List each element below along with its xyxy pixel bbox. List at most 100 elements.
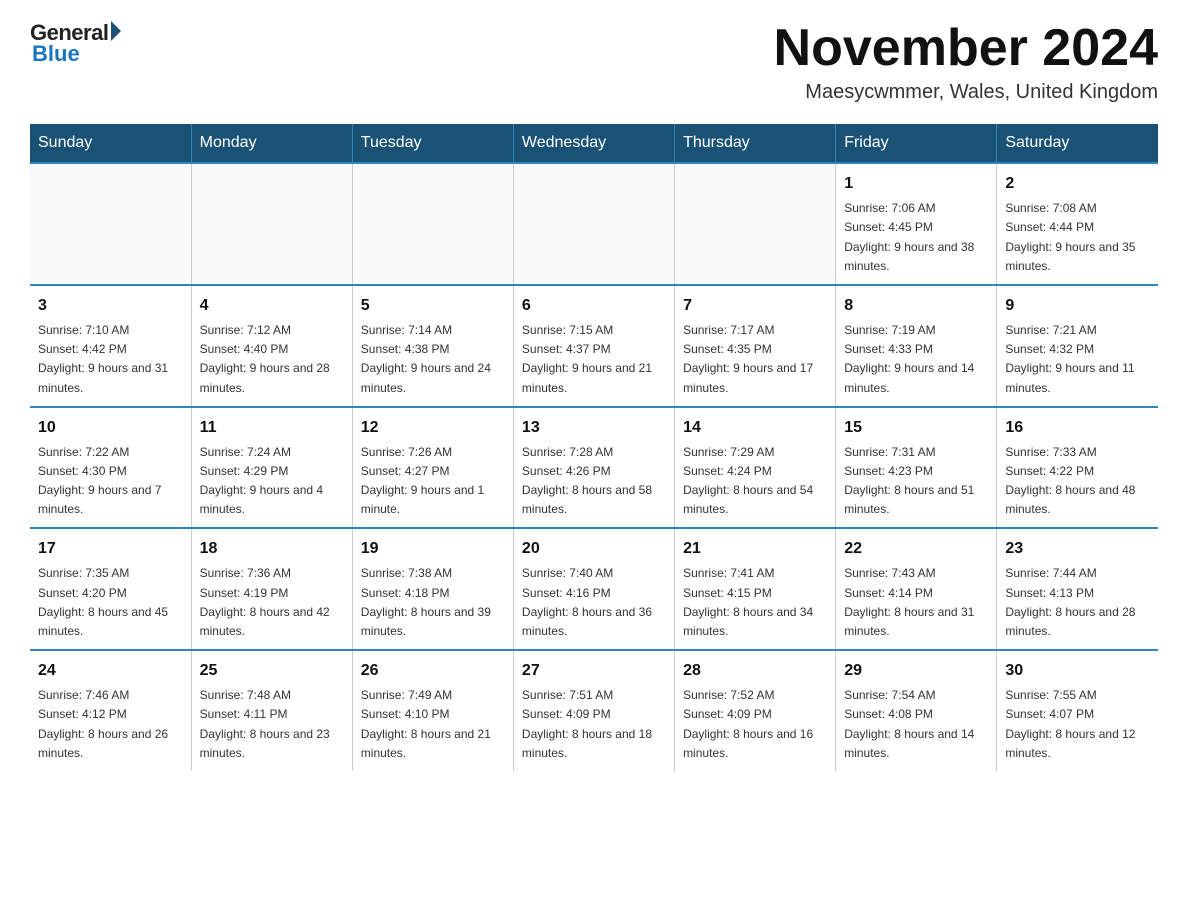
calendar-cell: 20 Sunrise: 7:40 AMSunset: 4:16 PMDayligh… <box>513 528 674 650</box>
day-number: 28 <box>683 659 827 683</box>
day-number: 27 <box>522 659 666 683</box>
day-number: 15 <box>844 416 988 440</box>
day-info: Sunrise: 7:10 AMSunset: 4:42 PMDaylight:… <box>38 321 183 398</box>
day-number: 26 <box>361 659 505 683</box>
calendar-cell: 22Sunrise: 7:43 AMSunset: 4:14 PMDayligh… <box>836 528 997 650</box>
day-number: 21 <box>683 537 827 561</box>
calendar-cell: 7 Sunrise: 7:17 AMSunset: 4:35 PMDaylight… <box>675 285 836 407</box>
day-number: 14 <box>683 416 827 440</box>
calendar-cell: 1Sunrise: 7:06 AMSunset: 4:45 PMDaylight… <box>836 163 997 285</box>
calendar-cell <box>513 163 674 285</box>
calendar-cell: 28Sunrise: 7:52 AMSunset: 4:09 PMDayligh… <box>675 650 836 771</box>
day-number: 25 <box>200 659 344 683</box>
day-number: 20 <box>522 537 666 561</box>
day-number: 8 <box>844 294 988 318</box>
day-number: 30 <box>1005 659 1150 683</box>
calendar-cell: 13 Sunrise: 7:28 AMSunset: 4:26 PMDayligh… <box>513 407 674 529</box>
day-info: Sunrise: 7:22 AMSunset: 4:30 PMDaylight:… <box>38 443 183 520</box>
calendar-cell <box>675 163 836 285</box>
day-info: Sunrise: 7:24 AMSunset: 4:29 PMDaylight:… <box>200 443 344 520</box>
month-title: November 2024 <box>774 20 1158 77</box>
day-number: 7 <box>683 294 827 318</box>
day-number: 11 <box>200 416 344 440</box>
calendar-cell: 19 Sunrise: 7:38 AMSunset: 4:18 PMDayligh… <box>352 528 513 650</box>
day-number: 12 <box>361 416 505 440</box>
location-text: Maesycwmmer, Wales, United Kingdom <box>774 81 1158 104</box>
day-number: 1 <box>844 172 988 196</box>
day-info: Sunrise: 7:35 AMSunset: 4:20 PMDaylight:… <box>38 564 183 641</box>
calendar-cell: 8 Sunrise: 7:19 AMSunset: 4:33 PMDaylight… <box>836 285 997 407</box>
day-info: Sunrise: 7:40 AMSunset: 4:16 PMDaylight:… <box>522 564 666 641</box>
day-number: 10 <box>38 416 183 440</box>
day-info: Sunrise: 7:19 AMSunset: 4:33 PMDaylight:… <box>844 321 988 398</box>
calendar-cell: 14 Sunrise: 7:29 AMSunset: 4:24 PMDayligh… <box>675 407 836 529</box>
day-number: 2 <box>1005 172 1150 196</box>
day-info: Sunrise: 7:43 AMSunset: 4:14 PMDaylight:… <box>844 564 988 641</box>
calendar-header: Sunday Monday Tuesday Wednesday Thursday… <box>30 124 1158 163</box>
day-info: Sunrise: 7:41 AMSunset: 4:15 PMDaylight:… <box>683 564 827 641</box>
calendar-cell: 4Sunrise: 7:12 AMSunset: 4:40 PMDaylight… <box>191 285 352 407</box>
day-info: Sunrise: 7:28 AMSunset: 4:26 PMDaylight:… <box>522 443 666 520</box>
day-number: 6 <box>522 294 666 318</box>
header-wednesday: Wednesday <box>513 124 674 163</box>
page-header: General Blue November 2024 Maesycwmmer, … <box>30 20 1158 104</box>
calendar-cell: 27 Sunrise: 7:51 AMSunset: 4:09 PMDayligh… <box>513 650 674 771</box>
day-number: 4 <box>200 294 344 318</box>
day-number: 5 <box>361 294 505 318</box>
calendar-cell: 11 Sunrise: 7:24 AMSunset: 4:29 PMDayligh… <box>191 407 352 529</box>
day-info: Sunrise: 7:54 AMSunset: 4:08 PMDaylight:… <box>844 686 988 763</box>
day-info: Sunrise: 7:26 AMSunset: 4:27 PMDaylight:… <box>361 443 505 520</box>
day-number: 19 <box>361 537 505 561</box>
header-tuesday: Tuesday <box>352 124 513 163</box>
calendar-cell <box>191 163 352 285</box>
calendar-cell: 5 Sunrise: 7:14 AMSunset: 4:38 PMDaylight… <box>352 285 513 407</box>
header-thursday: Thursday <box>675 124 836 163</box>
title-section: November 2024 Maesycwmmer, Wales, United… <box>774 20 1158 104</box>
day-number: 24 <box>38 659 183 683</box>
day-number: 29 <box>844 659 988 683</box>
calendar-cell: 2 Sunrise: 7:08 AMSunset: 4:44 PMDaylight… <box>997 163 1158 285</box>
calendar-cell: 18 Sunrise: 7:36 AMSunset: 4:19 PMDayligh… <box>191 528 352 650</box>
day-info: Sunrise: 7:14 AMSunset: 4:38 PMDaylight:… <box>361 321 505 398</box>
day-number: 17 <box>38 537 183 561</box>
day-info: Sunrise: 7:51 AMSunset: 4:09 PMDaylight:… <box>522 686 666 763</box>
day-info: Sunrise: 7:44 AMSunset: 4:13 PMDaylight:… <box>1005 564 1150 641</box>
day-info: Sunrise: 7:33 AMSunset: 4:22 PMDaylight:… <box>1005 443 1150 520</box>
calendar-cell: 25 Sunrise: 7:48 AMSunset: 4:11 PMDayligh… <box>191 650 352 771</box>
day-number: 13 <box>522 416 666 440</box>
header-monday: Monday <box>191 124 352 163</box>
header-saturday: Saturday <box>997 124 1158 163</box>
day-info: Sunrise: 7:55 AMSunset: 4:07 PMDaylight:… <box>1005 686 1150 763</box>
day-info: Sunrise: 7:29 AMSunset: 4:24 PMDaylight:… <box>683 443 827 520</box>
day-info: Sunrise: 7:49 AMSunset: 4:10 PMDaylight:… <box>361 686 505 763</box>
calendar-table: Sunday Monday Tuesday Wednesday Thursday… <box>30 124 1158 771</box>
calendar-cell: 12 Sunrise: 7:26 AMSunset: 4:27 PMDayligh… <box>352 407 513 529</box>
calendar-cell: 26 Sunrise: 7:49 AMSunset: 4:10 PMDayligh… <box>352 650 513 771</box>
calendar-cell <box>352 163 513 285</box>
logo-arrow-icon <box>111 21 121 41</box>
day-number: 18 <box>200 537 344 561</box>
calendar-cell: 6Sunrise: 7:15 AMSunset: 4:37 PMDaylight… <box>513 285 674 407</box>
day-info: Sunrise: 7:36 AMSunset: 4:19 PMDaylight:… <box>200 564 344 641</box>
calendar-cell: 15Sunrise: 7:31 AMSunset: 4:23 PMDayligh… <box>836 407 997 529</box>
day-info: Sunrise: 7:21 AMSunset: 4:32 PMDaylight:… <box>1005 321 1150 398</box>
calendar-cell: 17 Sunrise: 7:35 AMSunset: 4:20 PMDayligh… <box>30 528 191 650</box>
calendar-cell: 21 Sunrise: 7:41 AMSunset: 4:15 PMDayligh… <box>675 528 836 650</box>
calendar-body: 1Sunrise: 7:06 AMSunset: 4:45 PMDaylight… <box>30 163 1158 771</box>
calendar-cell: 23Sunrise: 7:44 AMSunset: 4:13 PMDayligh… <box>997 528 1158 650</box>
day-number: 16 <box>1005 416 1150 440</box>
day-number: 9 <box>1005 294 1150 318</box>
day-info: Sunrise: 7:48 AMSunset: 4:11 PMDaylight:… <box>200 686 344 763</box>
calendar-cell: 30 Sunrise: 7:55 AMSunset: 4:07 PMDayligh… <box>997 650 1158 771</box>
day-info: Sunrise: 7:38 AMSunset: 4:18 PMDaylight:… <box>361 564 505 641</box>
logo-blue-text: Blue <box>30 41 121 67</box>
calendar-cell: 29 Sunrise: 7:54 AMSunset: 4:08 PMDayligh… <box>836 650 997 771</box>
day-info: Sunrise: 7:17 AMSunset: 4:35 PMDaylight:… <box>683 321 827 398</box>
logo: General Blue <box>30 20 121 67</box>
calendar-cell: 9 Sunrise: 7:21 AMSunset: 4:32 PMDaylight… <box>997 285 1158 407</box>
header-friday: Friday <box>836 124 997 163</box>
day-number: 3 <box>38 294 183 318</box>
day-info: Sunrise: 7:08 AMSunset: 4:44 PMDaylight:… <box>1005 199 1150 276</box>
calendar-cell <box>30 163 191 285</box>
calendar-cell: 24Sunrise: 7:46 AMSunset: 4:12 PMDayligh… <box>30 650 191 771</box>
